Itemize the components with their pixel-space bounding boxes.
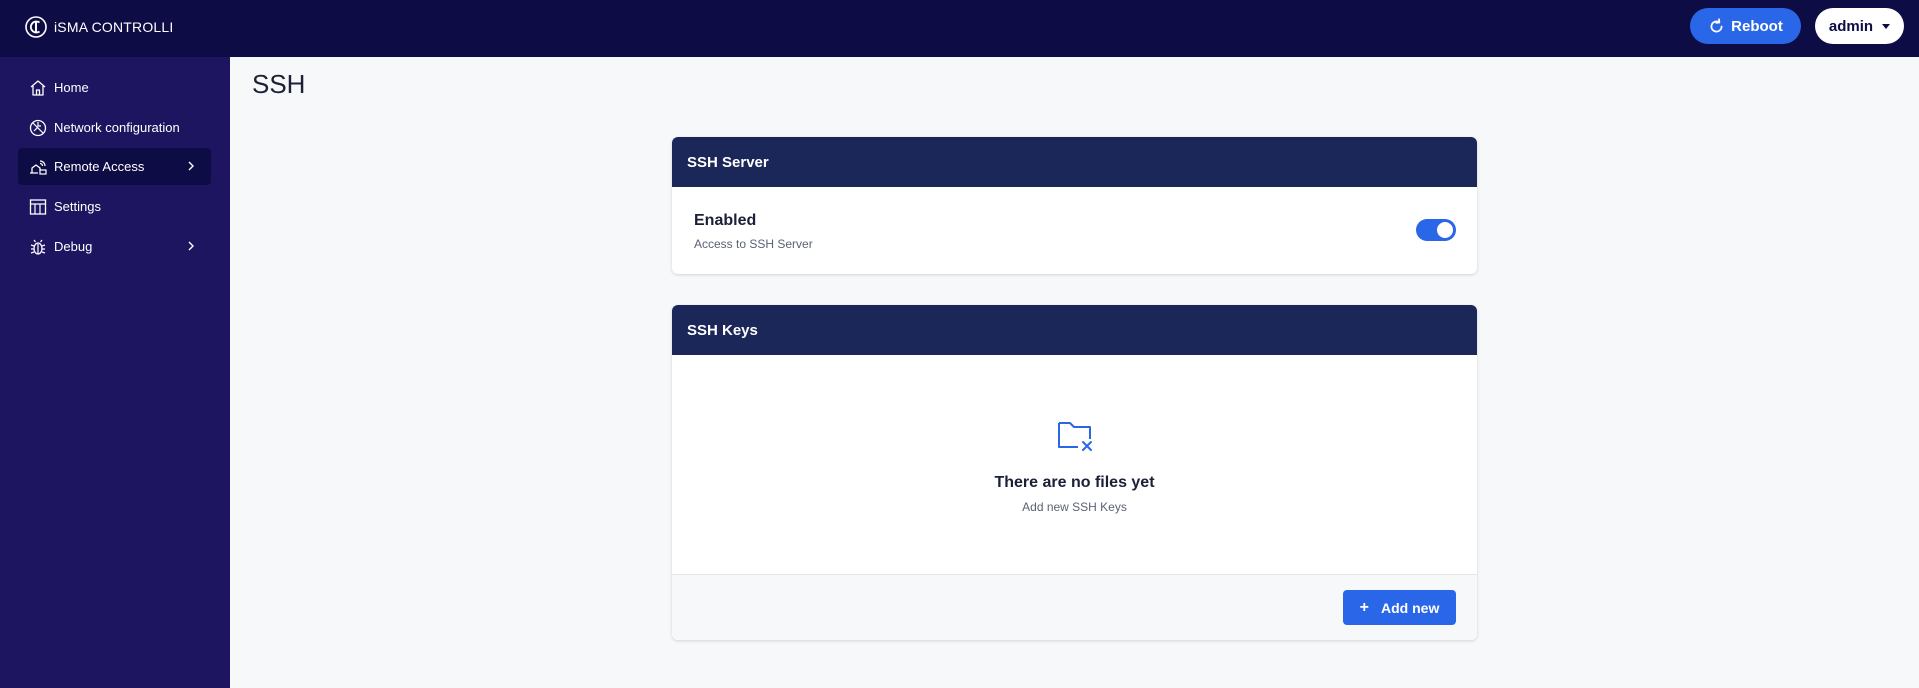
logo-icon: [25, 16, 47, 38]
chevron-right-icon: [185, 240, 197, 252]
caret-down-icon: [1882, 23, 1891, 29]
sidebar-item-label: Network configuration: [54, 120, 180, 135]
ssh-enabled-row: Enabled Access to SSH Server: [672, 187, 1477, 274]
logo-text: iSMA CONTROLLI: [54, 19, 174, 35]
bug-icon: [28, 237, 48, 257]
sidebar-item-label: Settings: [54, 199, 101, 214]
sidebar-item-label: Remote Access: [54, 159, 145, 174]
empty-state-subtitle: Add new SSH Keys: [1022, 500, 1127, 514]
card-footer: + Add new: [672, 574, 1477, 640]
folder-x-icon: [1058, 422, 1092, 451]
reboot-label: Reboot: [1731, 17, 1783, 35]
user-menu-button[interactable]: admin: [1815, 8, 1904, 44]
add-new-button[interactable]: + Add new: [1343, 590, 1456, 625]
sidebar-item-home[interactable]: Home: [18, 69, 211, 106]
enabled-description: Access to SSH Server: [694, 237, 813, 251]
network-icon: [28, 118, 48, 138]
sidebar-item-label: Home: [54, 80, 89, 95]
toggle-knob: [1437, 222, 1453, 238]
add-new-label: Add new: [1381, 599, 1440, 616]
logo[interactable]: iSMA CONTROLLI: [24, 15, 174, 39]
ssh-keys-card: SSH Keys There are no files yet Add new …: [672, 305, 1477, 640]
empty-state-title: There are no files yet: [994, 474, 1155, 491]
ssh-server-card: SSH Server Enabled Access to SSH Server: [672, 137, 1477, 274]
sidebar: Home Network configuration Remote Access…: [0, 57, 230, 688]
sidebar-item-remote-access[interactable]: Remote Access: [18, 148, 211, 185]
chevron-right-icon: [185, 160, 197, 172]
sidebar-item-debug[interactable]: Debug: [18, 228, 211, 265]
plus-icon: +: [1359, 598, 1369, 616]
user-label: admin: [1828, 17, 1874, 35]
empty-state: There are no files yet Add new SSH Keys: [672, 355, 1477, 574]
card-header: SSH Keys: [672, 305, 1477, 355]
reboot-button[interactable]: Reboot: [1690, 8, 1801, 44]
ssh-enabled-toggle[interactable]: [1416, 219, 1456, 241]
sidebar-item-settings[interactable]: Settings: [18, 188, 211, 225]
top-bar: iSMA CONTROLLI Reboot admin: [0, 0, 1919, 57]
remote-access-icon: [28, 157, 48, 177]
home-icon: [28, 78, 48, 98]
card-header: SSH Server: [672, 137, 1477, 187]
sidebar-item-label: Debug: [54, 239, 93, 254]
refresh-icon: [1710, 17, 1723, 32]
page-title: SSH: [252, 69, 306, 99]
sidebar-item-network-configuration[interactable]: Network configuration: [18, 109, 211, 146]
enabled-label: Enabled: [694, 212, 757, 229]
settings-icon: [28, 197, 48, 217]
